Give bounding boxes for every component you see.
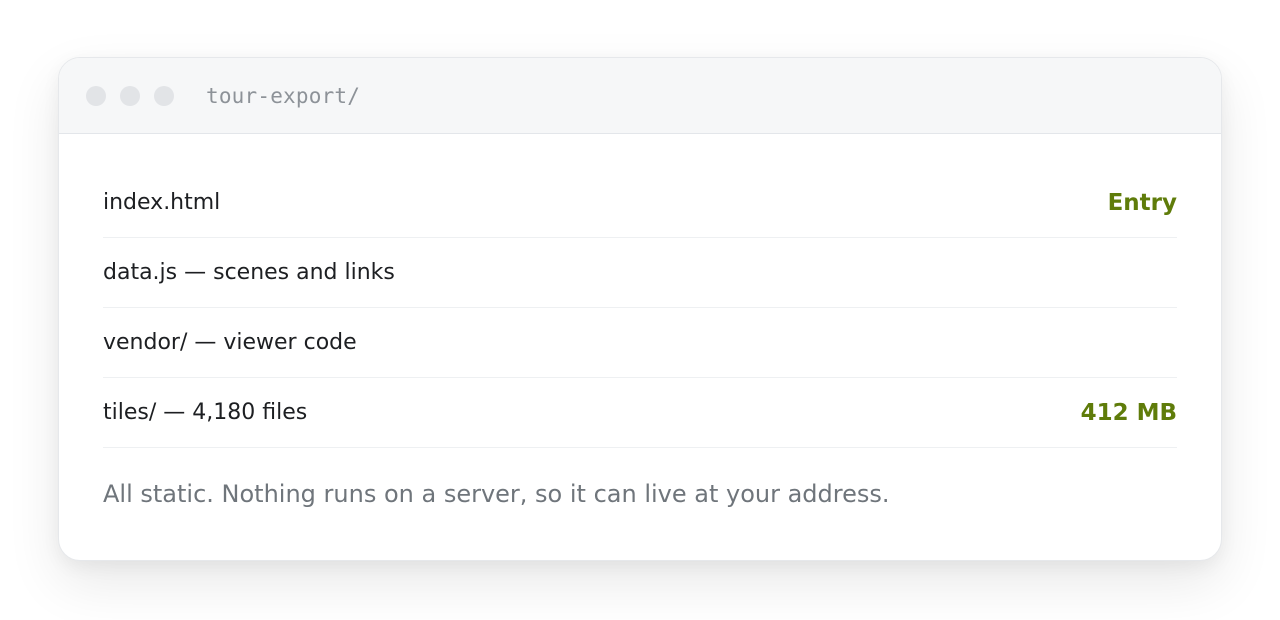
file-row-data[interactable]: data.js — scenes and links (103, 238, 1177, 308)
window-minimize-button[interactable] (120, 85, 140, 106)
file-size: 412 MB (1080, 399, 1177, 426)
file-row-vendor[interactable]: vendor/ — viewer code (103, 308, 1177, 378)
file-name: data.js — scenes and links (103, 260, 395, 285)
window-titlebar: tour-export/ (59, 58, 1221, 134)
finder-window: tour-export/ index.html Entry data.js — … (58, 57, 1222, 561)
file-tag: Entry (1107, 189, 1177, 216)
window-close-button[interactable] (86, 85, 106, 106)
footnote: All static. Nothing runs on a server, so… (103, 480, 890, 508)
window-title: tour-export/ (206, 83, 361, 108)
file-name: tiles/ — 4,180 files (103, 400, 308, 425)
file-row-tiles[interactable]: tiles/ — 4,180 files 412 MB (103, 378, 1177, 448)
file-row-index[interactable]: index.html Entry (103, 168, 1177, 238)
window-zoom-button[interactable] (154, 85, 174, 106)
file-list: index.html Entry data.js — scenes and li… (59, 134, 1221, 508)
file-name: index.html (103, 190, 221, 215)
file-name: vendor/ — viewer code (103, 330, 357, 355)
